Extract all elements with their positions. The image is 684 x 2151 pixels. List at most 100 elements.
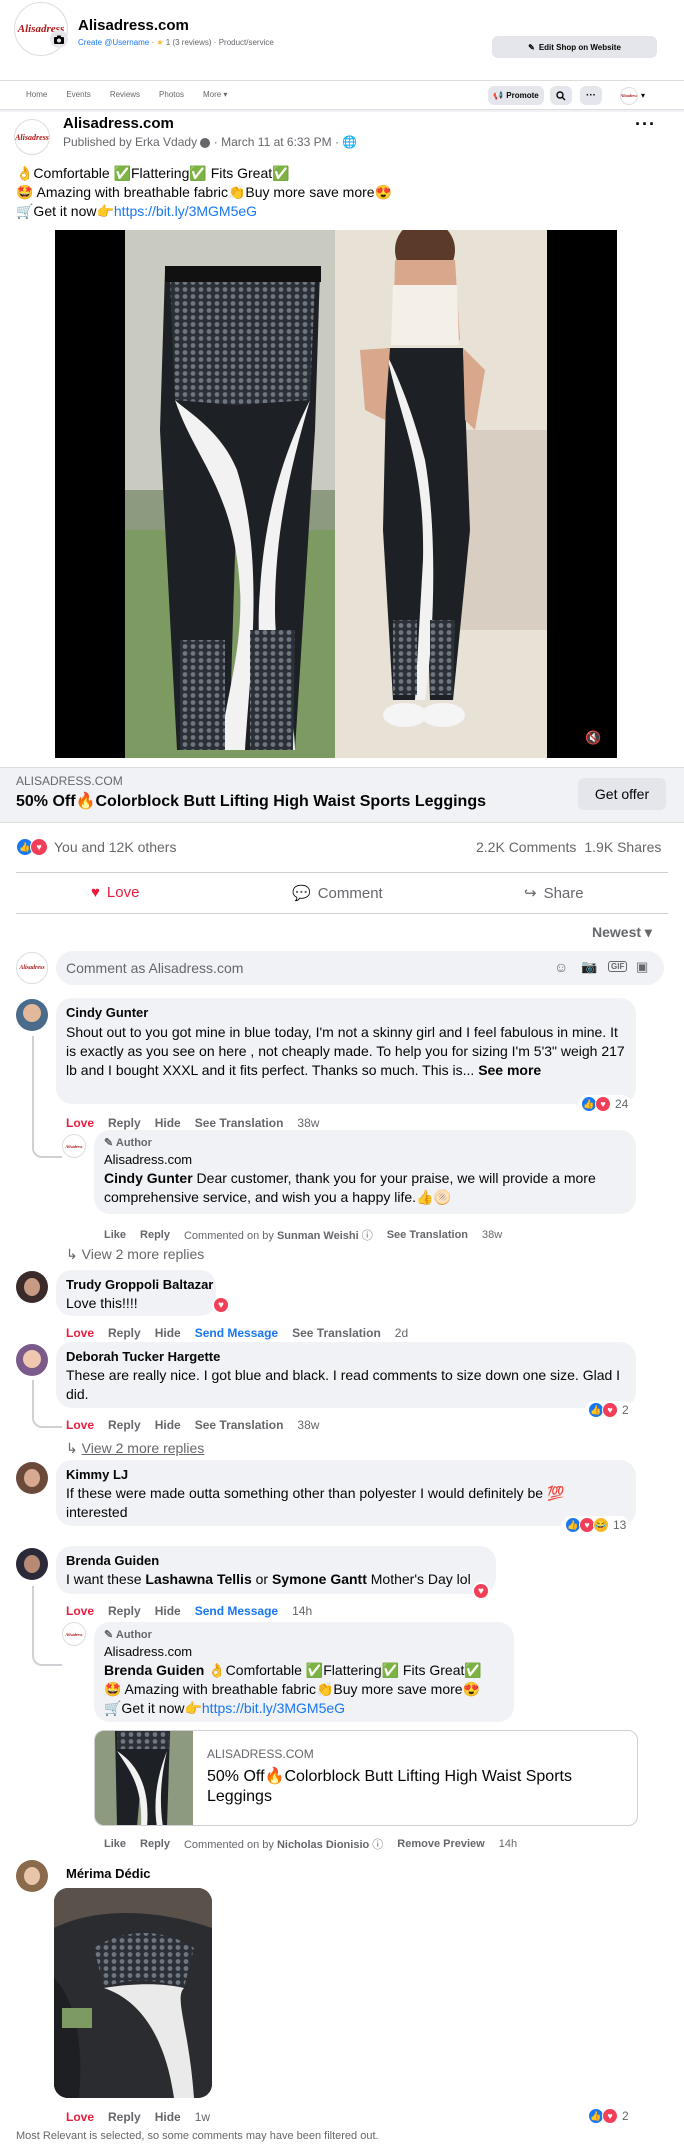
post-link[interactable]: https://bit.ly/3MGM5eG [114,203,257,219]
commenter-name[interactable]: Trudy Groppoli Baltazar [66,1277,213,1292]
hide-action[interactable]: Hide [155,1116,181,1130]
avatar[interactable] [16,1462,48,1494]
commenter-link[interactable]: Sunman Weishi [277,1230,359,1242]
camera-icon[interactable]: 📷 [581,959,597,975]
shares-count[interactable]: 1.9K Shares [584,839,661,855]
reply-action[interactable]: Reply [108,2110,141,2124]
comment-actions: Love Reply Hide See Translation 38w [66,1418,319,1432]
commenter-name[interactable]: Kimmy LJ [66,1467,128,1482]
hide-action[interactable]: Hide [155,1604,181,1618]
more-options-button[interactable]: ··· [580,86,602,105]
comment-reactions[interactable]: 👍 ♥ 2 [585,2107,632,2125]
share-button[interactable]: ↪ Share [524,884,584,903]
tab-photos[interactable]: Photos [159,90,184,99]
commenter-name[interactable]: Cindy Gunter [66,1005,148,1020]
commenter-name[interactable]: Alisadress.com [104,1152,192,1167]
tab-reviews[interactable]: Reviews [110,90,140,99]
sticker-icon[interactable]: ▣ [636,959,648,975]
love-reaction-icon[interactable]: ♥ [472,1582,490,1600]
tab-more[interactable]: More ▾ [203,90,227,99]
avatar[interactable] [16,999,48,1031]
see-translation-action[interactable]: See Translation [387,1229,468,1241]
post-author-avatar[interactable]: Alisadress [14,119,50,155]
tab-events[interactable]: Events [66,90,90,99]
comment-photo[interactable] [54,1888,212,2098]
view-more-replies[interactable]: ↳ View 2 more replies [66,1246,204,1263]
reply-action[interactable]: Reply [140,1229,170,1241]
link-preview[interactable]: ALISADRESS.COM 50% Off🔥Colorblock Butt L… [0,767,684,823]
mention[interactable]: Symone Gantt [272,1571,367,1587]
published-by: Published by Erka Vdady [63,135,198,149]
mention[interactable]: Brenda Guiden [104,1662,204,1678]
mention[interactable]: Cindy Gunter [104,1170,193,1186]
avatar[interactable]: Alisadress [62,1622,86,1646]
reply-action[interactable]: Reply [108,1604,141,1618]
send-message-action[interactable]: Send Message [195,1326,278,1340]
love-action[interactable]: Love [66,1326,94,1340]
comment-button[interactable]: 💬 Comment [292,884,383,903]
post-options-icon[interactable]: ··· [635,114,656,135]
reply-link[interactable]: https://bit.ly/3MGM5eG [202,1700,345,1716]
page-name[interactable]: Alisadress.com [78,17,189,34]
comment-reactions[interactable]: 👍 ♥ 😂 13 [562,1516,630,1534]
love-button[interactable]: ♥ Love [91,884,139,901]
reply-action[interactable]: Reply [108,1116,141,1130]
create-username-link[interactable]: Create @Username [78,38,149,47]
love-reaction-icon[interactable]: ♥ [212,1296,230,1314]
love-action[interactable]: Love [66,1418,94,1432]
thread-line [32,1136,62,1158]
see-translation-action[interactable]: See Translation [292,1326,381,1340]
commenter-name[interactable]: Brenda Guiden [66,1553,159,1568]
emoji-icon[interactable]: ☺ [554,959,568,975]
avatar[interactable] [16,1548,48,1580]
avatar[interactable]: Alisadress [62,1134,86,1158]
comments-count[interactable]: 2.2K Comments [476,839,576,855]
mute-icon[interactable]: 🔇 [585,730,603,748]
comment-input[interactable]: Comment as Alisadress.com ☺ 📷 GIF ▣ [56,951,664,985]
love-action[interactable]: Love [66,1116,94,1130]
comment-actions: Love Reply Hide Send Message See Transla… [66,1326,408,1340]
see-translation-action[interactable]: See Translation [195,1116,284,1130]
reply-action[interactable]: Reply [140,1838,170,1850]
commenter-name[interactable]: Alisadress.com [104,1644,192,1659]
gif-icon[interactable]: GIF [608,961,628,972]
comment-reactions[interactable]: 👍 ♥ 2 [585,1401,632,1419]
search-button[interactable] [550,86,572,105]
comment-sort[interactable]: Newest ▾ [592,924,652,941]
send-message-action[interactable]: Send Message [195,1604,278,1618]
reply-action[interactable]: Reply [108,1326,141,1340]
link-preview-card[interactable]: ALISADRESS.COM 50% Off🔥Colorblock Butt L… [94,1730,638,1826]
like-action[interactable]: Like [104,1838,126,1850]
remove-preview-action[interactable]: Remove Preview [397,1838,484,1850]
view-more-replies[interactable]: ↳ View 2 more replies [66,1440,204,1457]
comment-time: 14h [292,1604,313,1618]
tab-home[interactable]: Home [26,90,47,99]
commenter-link[interactable]: Nicholas Dionisio [277,1839,369,1851]
hide-action[interactable]: Hide [155,1326,181,1340]
see-translation-action[interactable]: See Translation [195,1418,284,1432]
post-media[interactable]: 🔇 [55,230,617,758]
avatar[interactable] [16,1271,48,1303]
commenter-name[interactable]: Mérima Dédic [66,1866,151,1881]
avatar[interactable] [16,1344,48,1376]
hide-action[interactable]: Hide [155,2110,181,2124]
avatar[interactable] [16,1860,48,1892]
reactions-summary[interactable]: 👍 ♥ You and 12K others [16,838,176,856]
post-date[interactable]: March 11 at 6:33 PM [221,135,332,149]
camera-icon[interactable] [50,30,68,48]
like-action[interactable]: Like [104,1229,126,1241]
love-action[interactable]: Love [66,2110,94,2124]
profile-switcher[interactable]: Alisadress ▾ [620,86,660,105]
post-author-name[interactable]: Alisadress.com [63,115,174,132]
see-more-link[interactable]: See more [478,1062,541,1078]
hide-action[interactable]: Hide [155,1418,181,1432]
mention[interactable]: Lashawna Tellis [145,1571,251,1587]
promote-button[interactable]: 📢 Promote [488,86,544,105]
rating-text[interactable]: 1 (3 reviews) [166,38,212,47]
comment-reactions[interactable]: 👍 ♥ 24 [578,1095,632,1113]
reply-action[interactable]: Reply [108,1418,141,1432]
edit-shop-button[interactable]: ✎ Edit Shop on Website [492,36,657,58]
love-action[interactable]: Love [66,1604,94,1618]
commenter-name[interactable]: Deborah Tucker Hargette [66,1349,220,1364]
get-offer-button[interactable]: Get offer [578,778,666,810]
